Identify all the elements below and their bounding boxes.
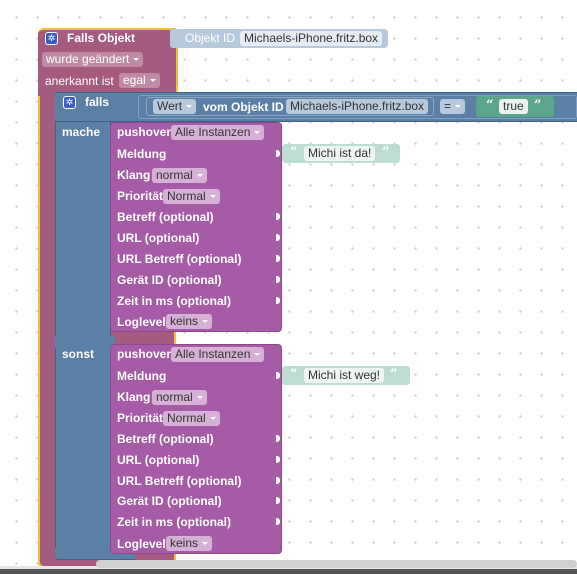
quote-open-icon: “	[486, 98, 494, 113]
url-title-label: URL Betreff (optional)	[117, 474, 242, 488]
if-label: falls	[85, 95, 110, 109]
if-block[interactable]	[55, 92, 111, 560]
ack-dropdown[interactable]: egal	[119, 73, 160, 88]
priority-dropdown[interactable]: Normal	[163, 411, 220, 426]
loglevel-dropdown[interactable]: keins	[166, 536, 213, 551]
quote-open-icon: “	[290, 145, 298, 160]
pushover-title: pushover	[117, 347, 172, 361]
quote-close-icon: ”	[390, 367, 398, 382]
priority-dropdown[interactable]: Normal	[163, 189, 220, 204]
ack-label: anerkannt ist	[45, 74, 114, 88]
device-label: Gerät ID (optional)	[117, 494, 222, 508]
true-value-field[interactable]: true	[499, 99, 528, 114]
value-dropdown[interactable]: Wert	[153, 99, 197, 114]
object-value-field[interactable]: Michaels-iPhone.fritz.box	[286, 99, 429, 114]
instance-dropdown[interactable]: Alle Instanzen	[171, 125, 265, 140]
trigger-title: Falls Objekt	[67, 31, 136, 45]
sound-dropdown[interactable]: normal	[152, 168, 207, 183]
time-label: Zeit in ms (optional)	[117, 294, 231, 308]
message-label: Meldung	[117, 369, 167, 383]
sound-dropdown[interactable]: normal	[152, 390, 207, 405]
priority-label: Priorität	[117, 411, 164, 425]
instance-dropdown[interactable]: Alle Instanzen	[171, 347, 265, 362]
loglevel-label: Loglevel	[117, 315, 166, 329]
priority-label: Priorität	[117, 189, 164, 203]
subject-label: Betreff (optional)	[117, 210, 214, 224]
quote-open-icon: “	[290, 367, 298, 382]
pushover-title: pushover	[117, 125, 172, 139]
gear-icon[interactable]: ✲	[45, 32, 58, 45]
quote-close-icon: ”	[534, 98, 542, 113]
subject-label: Betreff (optional)	[117, 432, 214, 446]
device-label: Gerät ID (optional)	[117, 273, 222, 287]
bottom-bar	[0, 569, 577, 574]
horizontal-scrollbar-thumb[interactable]	[96, 560, 577, 568]
time-label: Zeit in ms (optional)	[117, 515, 231, 529]
url-title-label: URL Betreff (optional)	[117, 252, 242, 266]
url-label: URL (optional)	[117, 453, 200, 467]
message-label: Meldung	[117, 147, 167, 161]
operator-dropdown[interactable]: =	[440, 99, 466, 114]
object-id-field[interactable]: Michaels-iPhone.fritz.box	[240, 31, 383, 46]
quote-close-icon: ”	[382, 145, 390, 160]
then-label: mache	[62, 125, 101, 139]
sound-label: Klang	[117, 168, 151, 182]
sound-label: Klang	[117, 390, 151, 404]
gear-icon[interactable]: ✲	[63, 96, 76, 109]
object-id-label: Objekt ID	[185, 31, 236, 45]
message-else-field[interactable]: Michi ist weg!	[304, 368, 385, 383]
changed-dropdown[interactable]: wurde geändert	[42, 52, 144, 67]
url-label: URL (optional)	[117, 231, 200, 245]
of-object-label: vom Objekt ID	[203, 100, 284, 114]
loglevel-dropdown[interactable]: keins	[166, 314, 213, 329]
loglevel-label: Loglevel	[117, 537, 166, 551]
message-then-field[interactable]: Michi ist da!	[304, 146, 376, 161]
else-label: sonst	[62, 347, 95, 361]
